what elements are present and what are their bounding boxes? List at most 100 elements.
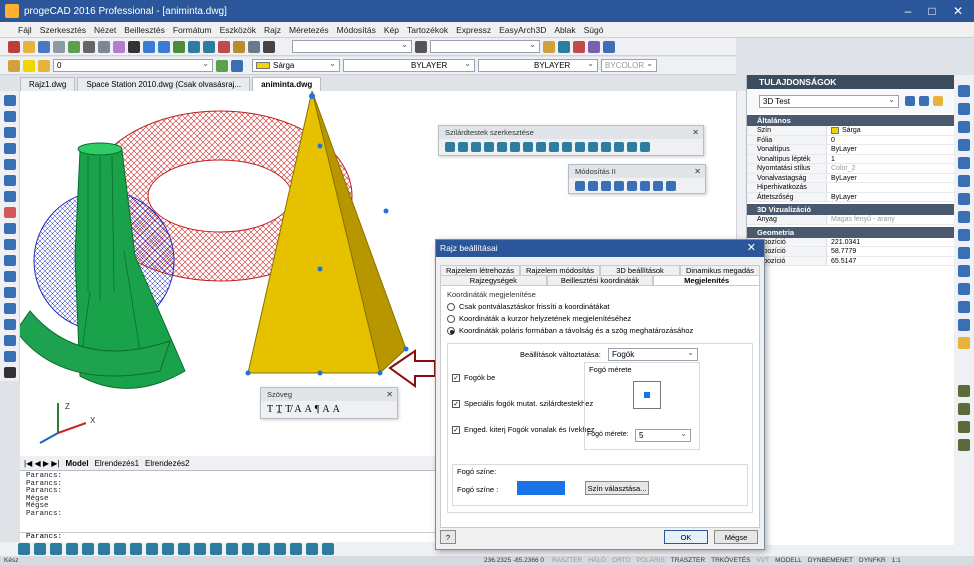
toggle-trkovetes[interactable]: TRKÖVETÉS bbox=[711, 557, 750, 564]
paste-icon[interactable] bbox=[113, 40, 125, 53]
ok-button[interactable]: OK bbox=[664, 530, 708, 544]
hatchedit-icon[interactable] bbox=[588, 181, 598, 191]
toggle-polaris[interactable]: POLÁRIS bbox=[637, 557, 665, 564]
tab-rajz1[interactable]: Rajz1.dwg bbox=[20, 77, 76, 91]
array-icon[interactable] bbox=[958, 157, 970, 169]
view-front-icon[interactable] bbox=[82, 543, 94, 555]
dim-radius-icon[interactable] bbox=[958, 421, 970, 433]
offset-icon[interactable] bbox=[958, 139, 970, 151]
style-combo[interactable] bbox=[292, 39, 412, 53]
dim-angular-icon[interactable] bbox=[958, 439, 970, 451]
make-block-icon[interactable] bbox=[4, 287, 16, 298]
tab-coordinate-input[interactable]: Beillesztési koordináták bbox=[546, 275, 654, 285]
mtext-icon[interactable] bbox=[4, 367, 16, 378]
zoom-extents-icon[interactable] bbox=[218, 40, 230, 53]
textstyle-icon[interactable] bbox=[415, 40, 427, 53]
attedit-icon[interactable] bbox=[627, 181, 637, 191]
trim-icon[interactable] bbox=[958, 247, 970, 259]
view-top-icon[interactable] bbox=[18, 543, 30, 555]
text-tool-5[interactable]: A bbox=[305, 404, 312, 415]
light-icon[interactable] bbox=[258, 543, 270, 555]
text-tool-6[interactable]: ¶ bbox=[315, 404, 320, 415]
shade-icon[interactable] bbox=[210, 543, 222, 555]
print-icon[interactable] bbox=[53, 40, 65, 53]
revcloud-icon[interactable] bbox=[4, 207, 16, 218]
group-geometry[interactable]: Geometria bbox=[747, 226, 954, 238]
tab-model[interactable]: Model bbox=[65, 459, 88, 468]
splinedit-icon[interactable] bbox=[614, 181, 624, 191]
clean-icon[interactable] bbox=[601, 142, 611, 152]
offset-faces-icon[interactable] bbox=[510, 142, 520, 152]
rotate-icon[interactable] bbox=[958, 193, 970, 205]
dialog-close-icon[interactable]: ✕ bbox=[747, 240, 756, 257]
grip-lines-option[interactable]: ✓ Enged. kiterj Fogók vonalak és ívekhez bbox=[452, 425, 595, 434]
measure-icon[interactable] bbox=[603, 40, 615, 53]
stretch-icon[interactable] bbox=[958, 229, 970, 241]
draworder-icon[interactable] bbox=[575, 181, 585, 191]
menu-modify[interactable]: Módosítás bbox=[337, 25, 376, 35]
taper-faces-icon[interactable] bbox=[549, 142, 559, 152]
ellipse-arc-icon[interactable] bbox=[4, 255, 16, 266]
choose-color-button[interactable]: Szín választása... bbox=[585, 481, 649, 495]
copy-icon[interactable] bbox=[98, 40, 110, 53]
radio-button[interactable] bbox=[447, 302, 455, 311]
blockedit-icon[interactable] bbox=[640, 181, 650, 191]
palette-header[interactable]: Szöveg ✕ bbox=[261, 388, 397, 401]
dialog-titlebar[interactable]: Rajz beállításai ✕ bbox=[436, 240, 764, 257]
toggle-traszter[interactable]: TRASZTER bbox=[671, 557, 705, 564]
matchprop-icon[interactable] bbox=[128, 40, 140, 53]
ucs-world-icon[interactable] bbox=[290, 543, 302, 555]
grip-color-swatch[interactable] bbox=[517, 481, 565, 495]
polyline-icon[interactable] bbox=[4, 127, 16, 138]
separate-icon[interactable] bbox=[614, 142, 624, 152]
redo-icon[interactable] bbox=[158, 40, 170, 53]
menu-view[interactable]: Nézet bbox=[94, 25, 116, 35]
radio-button[interactable] bbox=[447, 314, 455, 323]
checkbox-checked[interactable]: ✓ bbox=[452, 373, 460, 382]
prop-row[interactable]: Z pozíció 65.5147 bbox=[747, 256, 954, 266]
menu-express[interactable]: Expressz bbox=[456, 25, 491, 35]
radio-button-selected[interactable] bbox=[447, 326, 455, 335]
toggle-raszter[interactable]: RASZTER bbox=[552, 557, 582, 564]
change-settings-combo[interactable]: Fogók bbox=[608, 347, 698, 361]
close-icon[interactable]: ✕ bbox=[692, 126, 699, 139]
toggle-dynfkr[interactable]: DYNFKR bbox=[859, 557, 886, 564]
view-right-icon[interactable] bbox=[66, 543, 78, 555]
palette-header[interactable]: Módosítás II ✕ bbox=[569, 165, 705, 178]
line-icon[interactable] bbox=[4, 95, 16, 106]
view-back-icon[interactable] bbox=[98, 543, 110, 555]
region-icon[interactable] bbox=[4, 335, 16, 346]
tab-dynamic-input[interactable]: Dinamikus megadás bbox=[680, 265, 760, 275]
dimension-icon[interactable] bbox=[958, 385, 970, 397]
tab-animinta[interactable]: animinta.dwg bbox=[252, 77, 322, 91]
layer-icon[interactable] bbox=[8, 59, 20, 72]
prop-row[interactable]: Hiperhivatkozás bbox=[747, 183, 954, 193]
xline-icon[interactable] bbox=[4, 111, 16, 122]
help-button[interactable]: ? bbox=[440, 530, 456, 544]
menu-dimension[interactable]: Méretezés bbox=[289, 25, 329, 35]
mirror-icon[interactable] bbox=[958, 121, 970, 133]
snap-icon[interactable] bbox=[588, 40, 600, 53]
make-current-icon[interactable] bbox=[216, 59, 228, 72]
intersect-icon[interactable] bbox=[471, 142, 481, 152]
pan-icon[interactable] bbox=[173, 40, 185, 53]
imprint-icon[interactable] bbox=[588, 142, 598, 152]
radio-option[interactable]: Csak pontválasztáskor frissíti a koordin… bbox=[447, 302, 753, 311]
camera-icon[interactable] bbox=[274, 543, 286, 555]
prop-row[interactable]: Fólia 0 bbox=[747, 135, 954, 145]
table-icon[interactable] bbox=[4, 351, 16, 362]
text-tool-8[interactable]: A bbox=[333, 404, 340, 415]
render-icon[interactable] bbox=[226, 543, 238, 555]
open-icon[interactable] bbox=[23, 40, 35, 53]
view-iso-icon[interactable] bbox=[114, 543, 126, 555]
dim-aligned-icon[interactable] bbox=[958, 403, 970, 415]
prop-row[interactable]: Vonalvastagság ByLayer bbox=[747, 173, 954, 183]
ucs-face-icon[interactable] bbox=[322, 543, 334, 555]
checkbox-checked[interactable]: ✓ bbox=[452, 399, 460, 408]
explode-object-icon[interactable] bbox=[958, 337, 970, 349]
menu-tools[interactable]: Eszközök bbox=[220, 25, 256, 35]
preview-icon[interactable] bbox=[68, 40, 80, 53]
menu-insert[interactable]: Beillesztés bbox=[124, 25, 165, 35]
material-icon[interactable] bbox=[242, 543, 254, 555]
layout-nav-buttons[interactable]: |◀ ◀ ▶ ▶| bbox=[24, 459, 59, 468]
